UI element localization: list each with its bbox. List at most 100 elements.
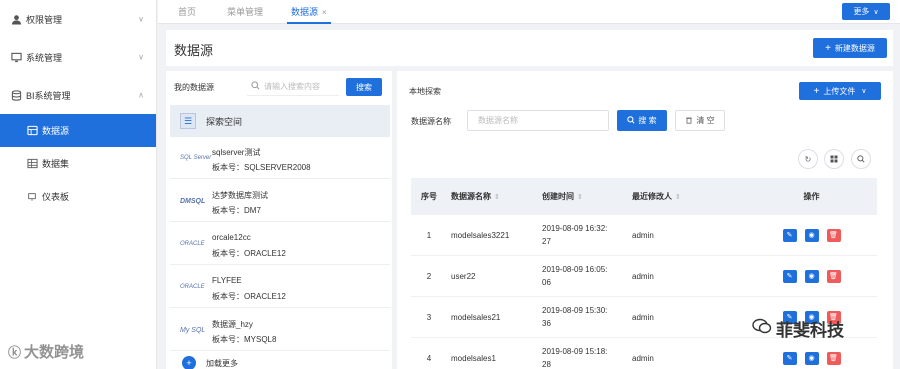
tab-label: 数据源: [291, 7, 319, 17]
upload-file-label: 上传文件: [823, 86, 856, 96]
datasource-version: 板本号：DM7: [212, 206, 261, 215]
row-index: 2: [426, 271, 432, 281]
row-name: modelsales1: [451, 353, 496, 363]
column-header: 序号: [421, 192, 437, 201]
close-icon[interactable]: ×: [322, 8, 327, 17]
datasource-list-item[interactable]: My SQL 数据源_hzy 板本号：MYSQL8: [170, 313, 390, 351]
search-icon: [627, 115, 635, 126]
load-more-button[interactable]: + 加载更多: [170, 355, 390, 369]
row-index: 3: [426, 312, 432, 322]
plus-icon: +: [825, 42, 831, 54]
search-button[interactable]: 搜 索: [617, 110, 667, 131]
row-name: modelsales21: [451, 312, 501, 322]
panel-heading: 我的数据源: [174, 83, 214, 92]
explore-space-label: 探索空间: [206, 116, 243, 127]
table-header: 序号 数据源名称 ⇕ 创建时间 ⇕ 最近修改人 ⇕ 操作: [411, 178, 877, 215]
chevron-down-icon: ∨: [873, 8, 879, 16]
chevron-up-icon: ∧: [138, 90, 144, 100]
monitor-icon: [10, 51, 22, 63]
datasource-list-item[interactable]: ORACLE orcale12cc 板本号：ORACLE12: [170, 227, 390, 265]
search-input[interactable]: 请输入搜索内容: [247, 77, 339, 96]
sidebar-item-dashboard[interactable]: 仪表板: [0, 180, 156, 213]
grid-view-icon[interactable]: [824, 149, 844, 169]
search-button[interactable]: 搜索: [346, 78, 382, 96]
sidebar-group-label: 权限管理: [26, 14, 63, 25]
more-button-label: 更多: [853, 7, 870, 16]
more-button[interactable]: 更多 ∨: [842, 3, 890, 20]
row-index: 1: [426, 230, 432, 240]
tab-home[interactable]: 首页: [178, 0, 196, 24]
time-line: 06: [542, 278, 551, 287]
input-placeholder: 数据源名称: [478, 116, 518, 125]
datasource-version: 板本号：SQLSERVER2008: [212, 163, 311, 172]
delete-icon[interactable]: 🗑: [826, 228, 841, 242]
tab-label: 首页: [178, 7, 197, 17]
table-row: 4 modelsales1 2019-08-09 15:18: 28 admin …: [411, 338, 877, 369]
datasource-name: FLYFEE: [212, 276, 242, 285]
page-title: 数据源: [174, 43, 214, 58]
column-header-label: 数据源名称: [451, 192, 491, 201]
row-created-time: 2019-08-09 15:18: 28: [538, 345, 628, 369]
edit-icon[interactable]: ✎: [782, 228, 797, 242]
eye-icon[interactable]: ◉: [804, 269, 819, 283]
clear-button[interactable]: 清 空: [675, 110, 725, 131]
delete-icon[interactable]: 🗑: [826, 269, 841, 283]
eye-icon[interactable]: ◉: [804, 228, 819, 242]
row-modifier: admin: [632, 230, 654, 240]
explore-space-item[interactable]: ☰ 探索空间: [170, 105, 390, 137]
datasource-list-item[interactable]: DMSQL 达梦数据库测试 板本号：DM7: [170, 184, 390, 222]
tab-menu-management[interactable]: 菜单管理: [227, 0, 263, 24]
edit-icon[interactable]: ✎: [782, 351, 797, 365]
dataset-icon: [26, 158, 38, 170]
table-row: 1 modelsales3221 2019-08-09 16:32: 27 adm…: [411, 215, 877, 256]
row-actions: ✎ ◉ 🗑: [746, 351, 877, 365]
time-line: 2019-08-09 16:32:: [542, 224, 608, 233]
chevron-down-icon: ∨: [138, 52, 144, 62]
sidebar-group-label: BI系统管理: [26, 90, 71, 101]
search-icon[interactable]: [851, 149, 871, 169]
sidebar-group-system[interactable]: 系统管理 ∨: [0, 38, 156, 76]
sidebar-item-label: 仪表板: [42, 192, 70, 202]
sidebar-item-dataset[interactable]: 数据集: [0, 147, 156, 180]
time-line: 28: [542, 360, 551, 369]
space-icon: ☰: [180, 113, 196, 129]
plus-icon: +: [182, 356, 196, 369]
new-datasource-label: 新建数据源: [834, 43, 875, 53]
wechat-icon: [752, 318, 772, 339]
edit-icon[interactable]: ✎: [782, 269, 797, 283]
new-datasource-button[interactable]: + 新建数据源: [813, 38, 887, 58]
tab-datasource[interactable]: 数据源 ×: [287, 0, 331, 24]
row-modifier: admin: [632, 271, 654, 281]
tab-bar: 首页 菜单管理 数据源 × 更多 ∨: [158, 0, 900, 24]
watermark-text: 菲斐科技: [776, 321, 844, 340]
datasource-list-item[interactable]: SQL Server sqlserver测试 板本号：SQLSERVER2008: [170, 141, 390, 179]
page-header: 数据源 + 新建数据源: [166, 30, 893, 66]
sidebar-group-permission[interactable]: 权限管理 ∨: [0, 0, 156, 38]
row-name: user22: [451, 271, 476, 281]
row-modifier: admin: [632, 312, 654, 322]
sqlserver-logo-icon: SQL Server: [180, 155, 212, 161]
datasource-name: sqlserver测试: [212, 148, 261, 157]
refresh-icon[interactable]: ↻: [798, 149, 818, 169]
eye-icon[interactable]: ◉: [804, 351, 819, 365]
datasource-name: 数据源_hzy: [212, 320, 253, 329]
chevron-down-icon: ∨: [138, 14, 144, 24]
time-line: 2019-08-09 15:30:: [542, 306, 608, 315]
row-modifier: admin: [632, 353, 654, 363]
column-header[interactable]: 创建时间 ⇕: [538, 190, 628, 204]
upload-file-button[interactable]: + 上传文件 ∨: [799, 82, 881, 100]
datasource-list-item[interactable]: ORACLE FLYFEE 板本号：ORACLE12: [170, 270, 390, 308]
row-actions: ✎ ◉ 🗑: [746, 228, 877, 242]
database-icon: [10, 89, 22, 101]
sidebar-group-bi[interactable]: BI系统管理 ∧: [0, 76, 156, 114]
sort-icon: ⇕: [494, 194, 500, 201]
column-header[interactable]: 最近修改人 ⇕: [628, 191, 746, 202]
row-created-time: 2019-08-09 15:30: 36: [538, 304, 628, 330]
column-header[interactable]: 数据源名称 ⇕: [447, 191, 538, 202]
sidebar-item-datasource[interactable]: 数据源: [0, 114, 156, 147]
datasource-name: 达梦数据库测试: [212, 191, 268, 200]
delete-icon[interactable]: 🗑: [826, 351, 841, 365]
datasource-name-input[interactable]: 数据源名称: [467, 110, 609, 131]
sort-icon: ⇕: [577, 193, 583, 201]
table-row: 2 user22 2019-08-09 16:05: 06 admin ✎ ◉ 🗑: [411, 256, 877, 297]
